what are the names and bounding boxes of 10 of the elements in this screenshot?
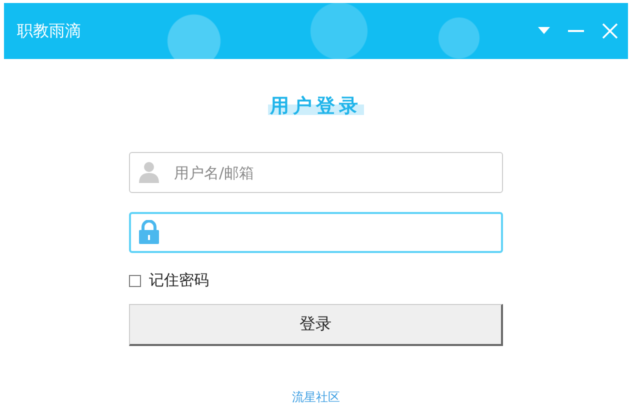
close-icon[interactable] [602, 23, 618, 39]
remember-checkbox[interactable] [129, 274, 141, 286]
login-button[interactable]: 登录 [129, 304, 503, 346]
dropdown-icon[interactable] [538, 27, 550, 35]
lock-icon [138, 220, 160, 244]
window-title: 职教雨滴 [17, 20, 82, 42]
username-field[interactable]: 用户名/邮箱 [129, 152, 503, 193]
remember-label: 记住密码 [149, 271, 209, 290]
password-field[interactable] [129, 212, 503, 253]
user-icon [138, 161, 160, 183]
